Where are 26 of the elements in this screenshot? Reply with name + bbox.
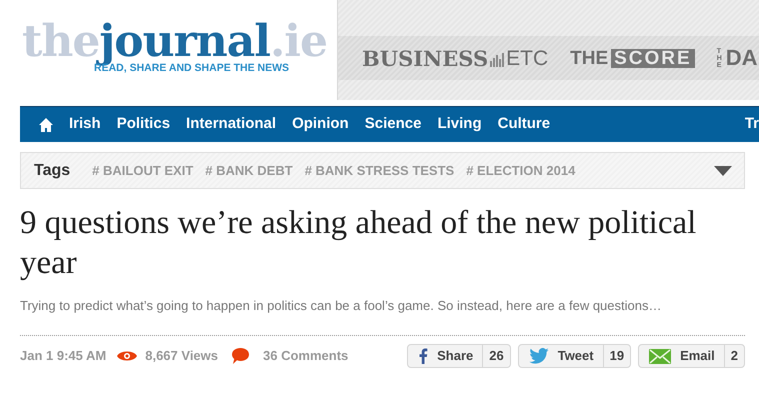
nav-link[interactable]: Politics: [116, 113, 170, 136]
share-button[interactable]: Email 2: [638, 344, 745, 368]
envelope-icon: [649, 348, 672, 364]
tags-label: Tags: [34, 160, 70, 180]
nav-link[interactable]: Living: [437, 113, 482, 136]
post-date: Jan 1 9:45 AM: [20, 347, 106, 366]
dropdown-caret-icon[interactable]: [714, 166, 732, 176]
share-button[interactable]: Share 26: [407, 344, 511, 368]
nav-link[interactable]: Tr: [744, 113, 759, 136]
article-title: 9 questions we’re asking ahead of the new political year: [20, 204, 698, 283]
nav-link[interactable]: Science: [364, 113, 422, 136]
nav-link[interactable]: International: [186, 113, 276, 136]
article-summary: Trying to predict what’s going to happen in politics can be a fool’s game. So instead, here are a few questions…: [20, 297, 662, 315]
view-count: 8,667 Views: [145, 347, 218, 366]
f-icon: [418, 348, 428, 364]
site-logo[interactable]: BUSINESS ETC: [362, 48, 548, 68]
nav-link[interactable]: Culture: [498, 113, 550, 136]
share-button[interactable]: Tweet 19: [518, 344, 632, 368]
eye-icon: [117, 350, 138, 362]
nav-link[interactable]: Opinion: [292, 113, 349, 136]
bars-icon: [490, 52, 504, 66]
nav-link[interactable]: Irish: [69, 113, 101, 136]
speech-bubble-icon: [232, 348, 249, 364]
bird-icon: [528, 348, 549, 364]
home-icon[interactable]: [39, 118, 53, 132]
logo[interactable]: thejournal.ie READ, SHARE AND SHAPE THE NEWS: [0, 0, 338, 100]
